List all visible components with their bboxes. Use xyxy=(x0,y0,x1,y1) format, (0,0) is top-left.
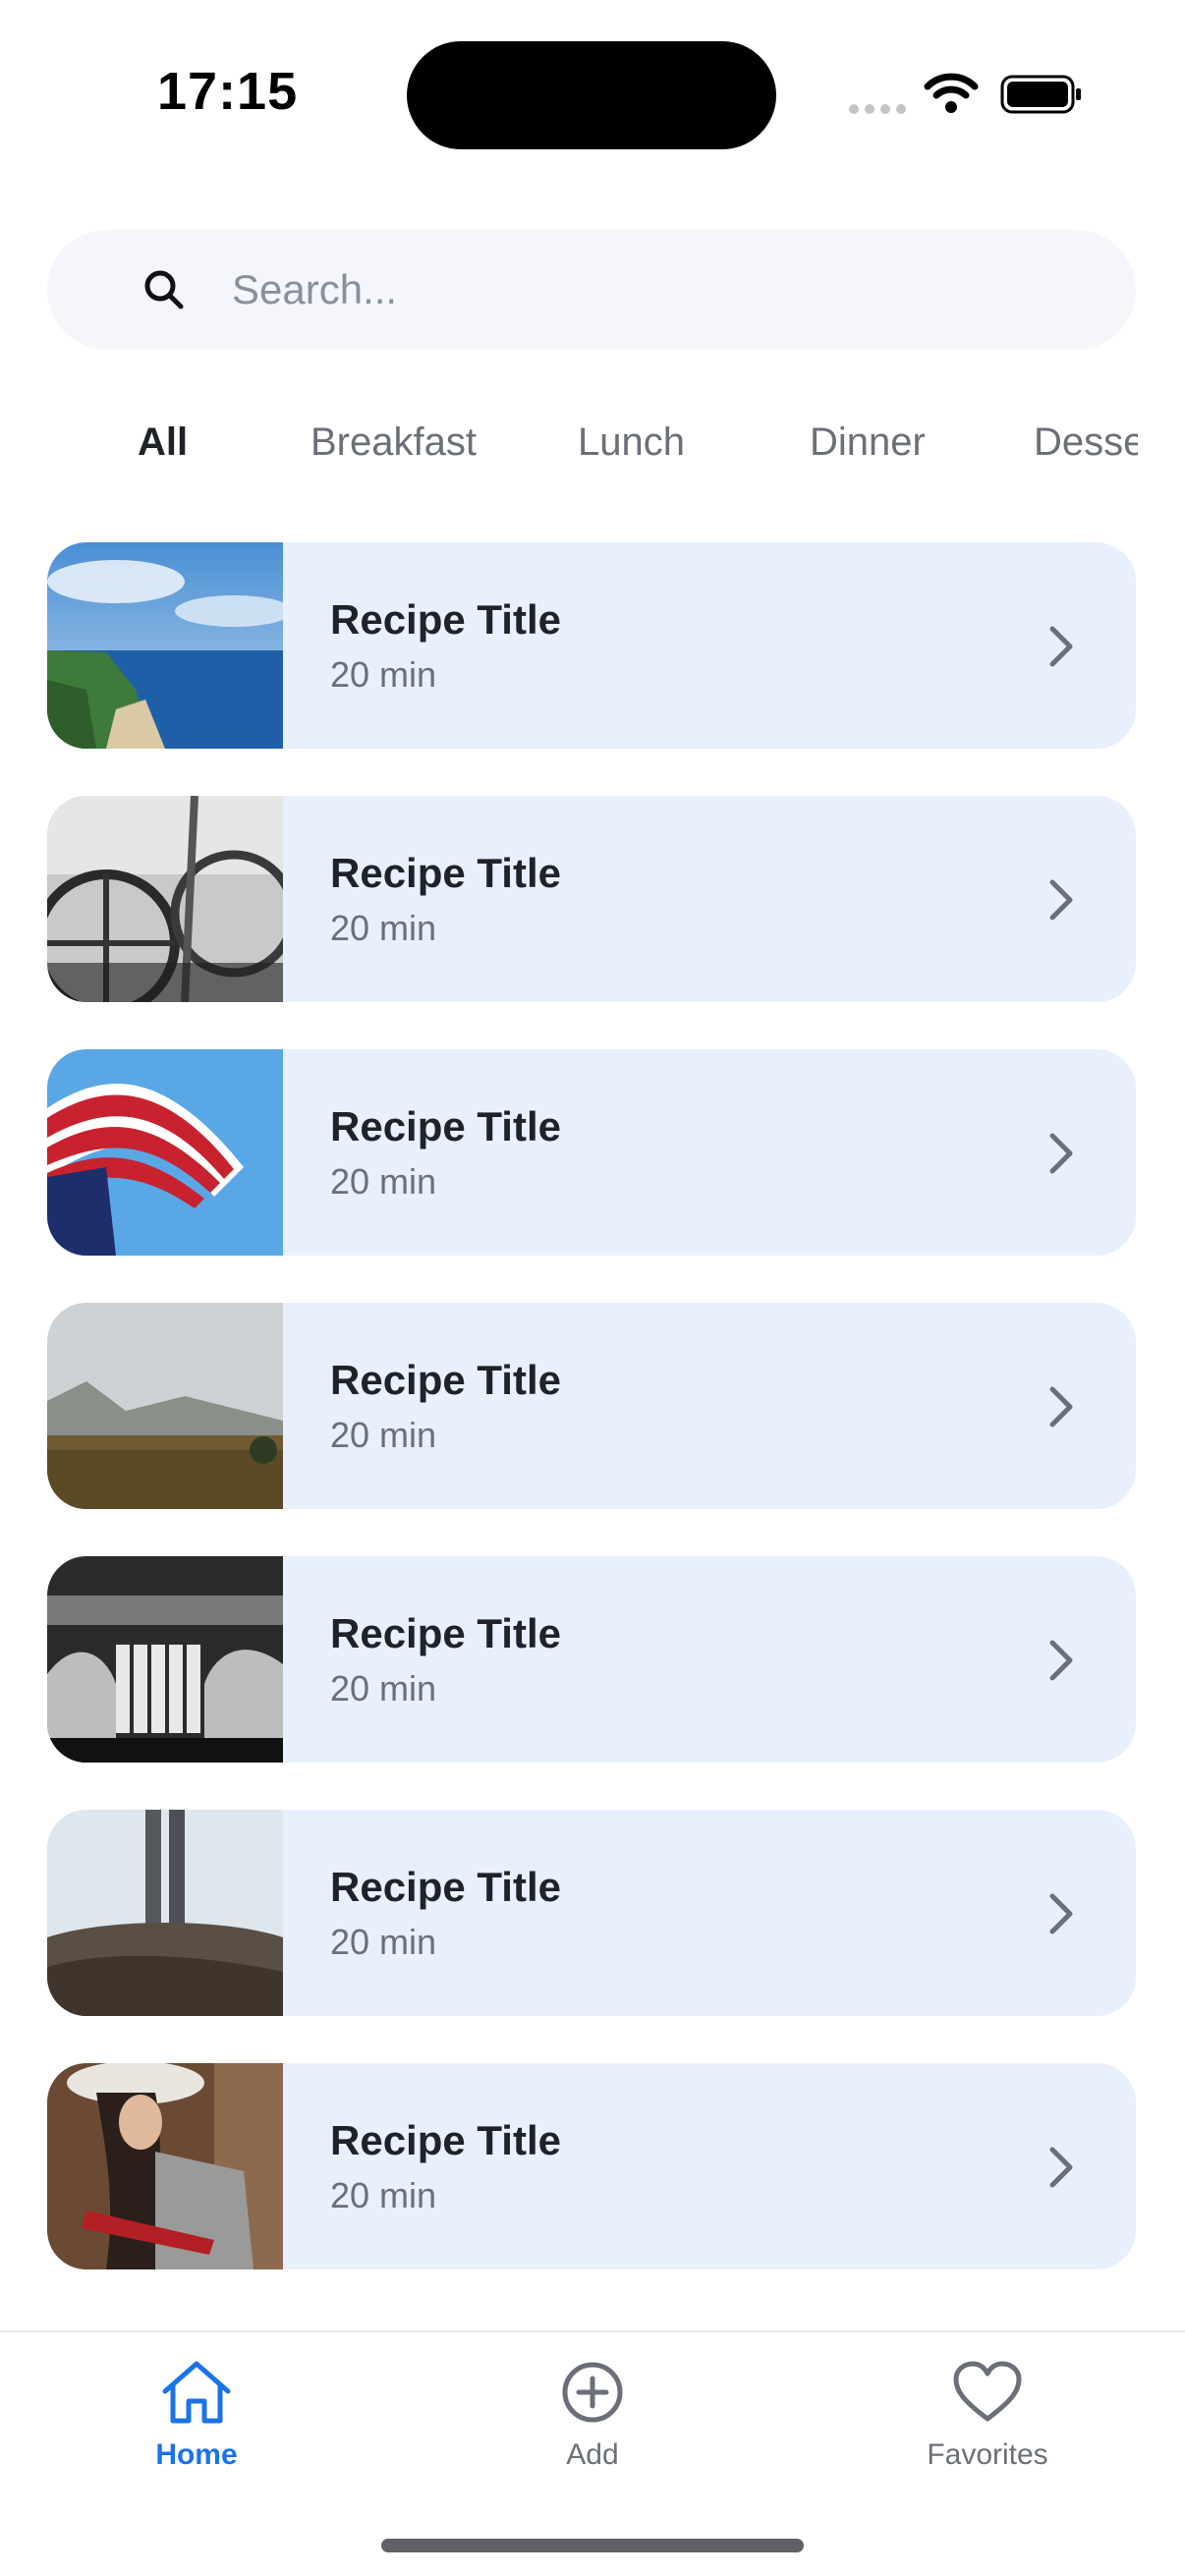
cellular-signal-icon xyxy=(849,104,906,114)
recipe-thumbnail xyxy=(47,1303,283,1509)
recipe-list: Recipe Title 20 min Recipe Title 20 min … xyxy=(47,542,1136,2317)
recipe-thumbnail xyxy=(47,542,283,749)
recipe-card[interactable]: Recipe Title 20 min xyxy=(47,1810,1136,2016)
tabbar-add-label: Add xyxy=(566,2438,619,2471)
recipe-time: 20 min xyxy=(330,1922,437,1963)
recipe-thumbnail xyxy=(47,796,283,1002)
chevron-right-icon xyxy=(1049,1893,1073,1934)
recipe-thumbnail xyxy=(47,2063,283,2269)
recipe-title: Recipe Title xyxy=(330,595,561,643)
chevron-right-icon xyxy=(1049,1386,1073,1428)
recipe-thumbnail xyxy=(47,1049,283,1256)
chevron-right-icon xyxy=(1049,1640,1073,1681)
recipe-time: 20 min xyxy=(330,1668,437,1709)
home-indicator xyxy=(381,2539,804,2552)
status-time: 17:15 xyxy=(157,62,299,121)
recipe-home-screen: 17:15 All Breakfast Lunch Dinner Dessert xyxy=(0,0,1185,2576)
heart-icon xyxy=(953,2361,1022,2422)
recipe-time: 20 min xyxy=(330,2175,437,2216)
tab-breakfast[interactable]: Breakfast xyxy=(310,420,477,465)
recipe-card[interactable]: Recipe Title 20 min xyxy=(47,1303,1136,1509)
recipe-thumbnail xyxy=(47,1810,283,2016)
tabbar-favorites[interactable]: Favorites xyxy=(870,2358,1105,2472)
tabbar-add[interactable]: Add xyxy=(475,2358,710,2472)
add-circle-icon xyxy=(562,2362,623,2423)
tabbar-favorites-label: Favorites xyxy=(927,2438,1048,2471)
tab-lunch[interactable]: Lunch xyxy=(578,420,685,465)
recipe-title: Recipe Title xyxy=(330,1356,561,1403)
recipe-time: 20 min xyxy=(330,654,437,696)
recipe-time: 20 min xyxy=(330,908,437,949)
recipe-title: Recipe Title xyxy=(330,1609,561,1656)
recipe-time: 20 min xyxy=(330,1415,437,1456)
category-tabs: All Breakfast Lunch Dinner Dessert xyxy=(47,413,1138,483)
chevron-right-icon xyxy=(1049,2147,1073,2188)
recipe-thumbnail xyxy=(47,1556,283,1763)
recipe-title: Recipe Title xyxy=(330,1863,561,1910)
tab-dessert[interactable]: Dessert xyxy=(1034,420,1138,465)
search-bar[interactable] xyxy=(47,230,1136,350)
recipe-title: Recipe Title xyxy=(330,1102,561,1149)
home-icon xyxy=(162,2361,231,2424)
recipe-title: Recipe Title xyxy=(330,849,561,896)
recipe-time: 20 min xyxy=(330,1161,437,1203)
tabbar-home-label: Home xyxy=(155,2438,238,2471)
chevron-right-icon xyxy=(1049,1133,1073,1174)
chevron-right-icon xyxy=(1049,626,1073,667)
recipe-card[interactable]: Recipe Title 20 min xyxy=(47,1556,1136,1763)
wifi-icon xyxy=(924,73,979,113)
search-input[interactable] xyxy=(232,266,1018,313)
recipe-card[interactable]: Recipe Title 20 min xyxy=(47,542,1136,749)
dynamic-island xyxy=(407,41,776,149)
recipe-title: Recipe Title xyxy=(330,2116,561,2163)
tab-all[interactable]: All xyxy=(138,420,188,465)
tab-dinner[interactable]: Dinner xyxy=(810,420,926,465)
recipe-card[interactable]: Recipe Title 20 min xyxy=(47,796,1136,1002)
chevron-right-icon xyxy=(1049,879,1073,921)
recipe-card[interactable]: Recipe Title 20 min xyxy=(47,1049,1136,1256)
recipe-card[interactable]: Recipe Title 20 min xyxy=(47,2063,1136,2269)
battery-icon xyxy=(1000,75,1081,114)
search-icon xyxy=(144,270,184,309)
tabbar-home[interactable]: Home xyxy=(79,2358,314,2472)
